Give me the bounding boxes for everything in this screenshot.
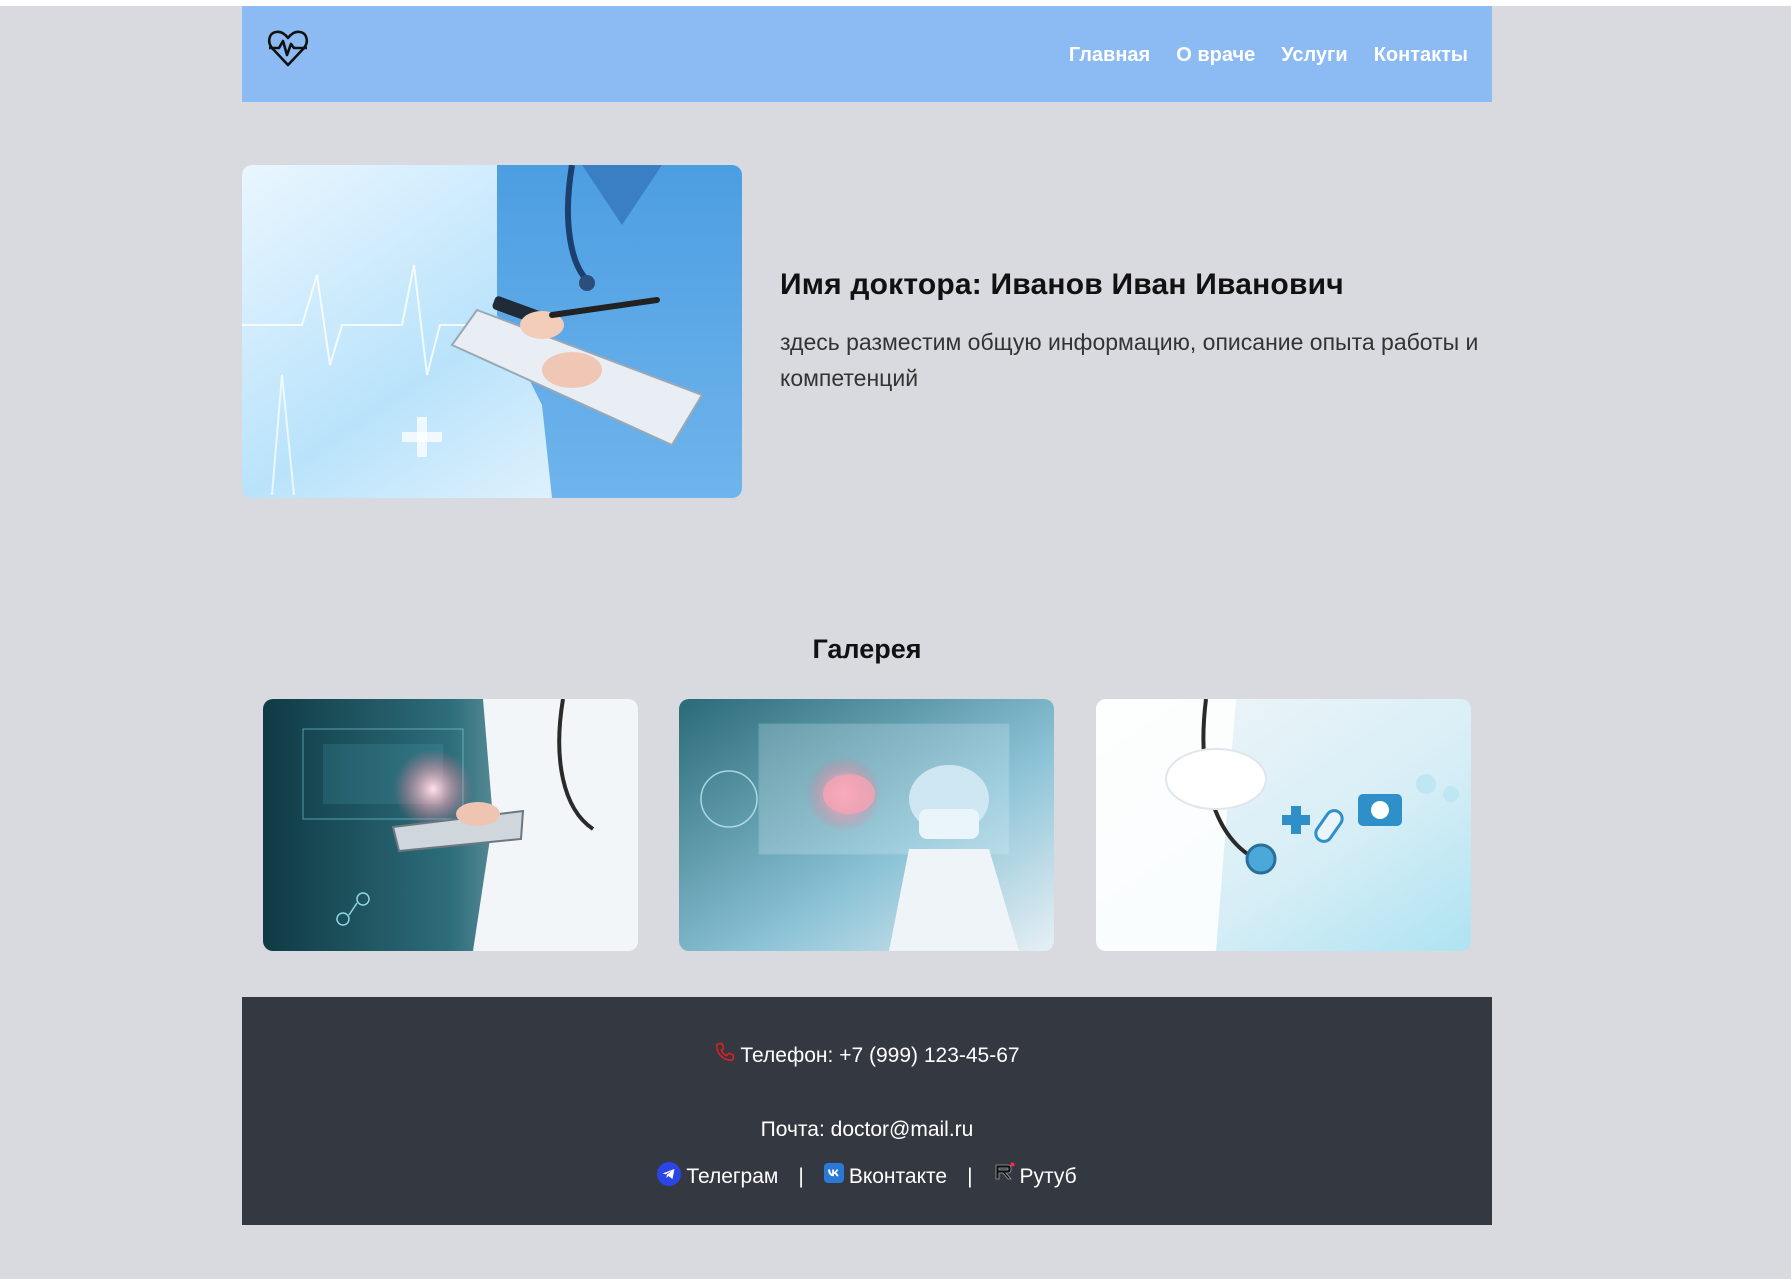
gallery-image-stethoscope-icons[interactable] (1096, 699, 1471, 951)
social-links: Телеграм | Вконтакте | Рутуб (242, 1162, 1492, 1189)
nav-about-doctor[interactable]: О враче (1176, 44, 1255, 67)
telegram-link[interactable]: Телеграм (657, 1162, 779, 1189)
footer-email: Почта: doctor@mail.ru (242, 1118, 1492, 1142)
phone-number[interactable]: +7 (999) 123-45-67 (839, 1044, 1019, 1067)
phone-label: Телефон: (740, 1044, 834, 1067)
doctor-name-heading: Имя доктора: Иванов Иван Иванович (780, 268, 1344, 301)
email-address[interactable]: doctor@mail.ru (831, 1118, 974, 1141)
main-nav: Главная О враче Услуги Контакты (1069, 44, 1468, 67)
nav-services[interactable]: Услуги (1281, 44, 1348, 67)
nav-contacts[interactable]: Контакты (1374, 44, 1468, 67)
nav-home[interactable]: Главная (1069, 44, 1150, 67)
rutube-link[interactable]: Рутуб (992, 1162, 1077, 1189)
gallery-title: Галерея (812, 634, 922, 664)
site-footer: Телефон: +7 (999) 123-45-67 Почта: docto… (242, 997, 1492, 1225)
email-label: Почта: (760, 1118, 825, 1141)
separator: | (967, 1165, 973, 1188)
doctor-clipboard-photo (242, 165, 742, 498)
footer-phone: Телефон: +7 (999) 123-45-67 (242, 1041, 1492, 1068)
heart-pulse-icon[interactable] (266, 26, 310, 70)
rutube-icon (992, 1162, 1015, 1182)
vk-label: Вконтакте (848, 1165, 948, 1188)
gallery-image-doctor-tablet[interactable] (263, 699, 638, 951)
rutube-label: Рутуб (1019, 1165, 1077, 1188)
phone-icon (714, 1041, 736, 1063)
vk-icon (823, 1163, 844, 1183)
gallery-image-surgeon-hologram[interactable] (679, 699, 1054, 951)
separator: | (798, 1165, 804, 1188)
telegram-label: Телеграм (686, 1165, 779, 1188)
telegram-icon (657, 1162, 682, 1186)
vk-link[interactable]: Вконтакте (823, 1163, 948, 1189)
doctor-description: здесь разместим общую информацию, описан… (780, 329, 1479, 391)
site-header: Главная О враче Услуги Контакты (242, 6, 1492, 102)
about-section: Имя доктора: Иванов Иван Иванович здесь … (780, 268, 1480, 396)
